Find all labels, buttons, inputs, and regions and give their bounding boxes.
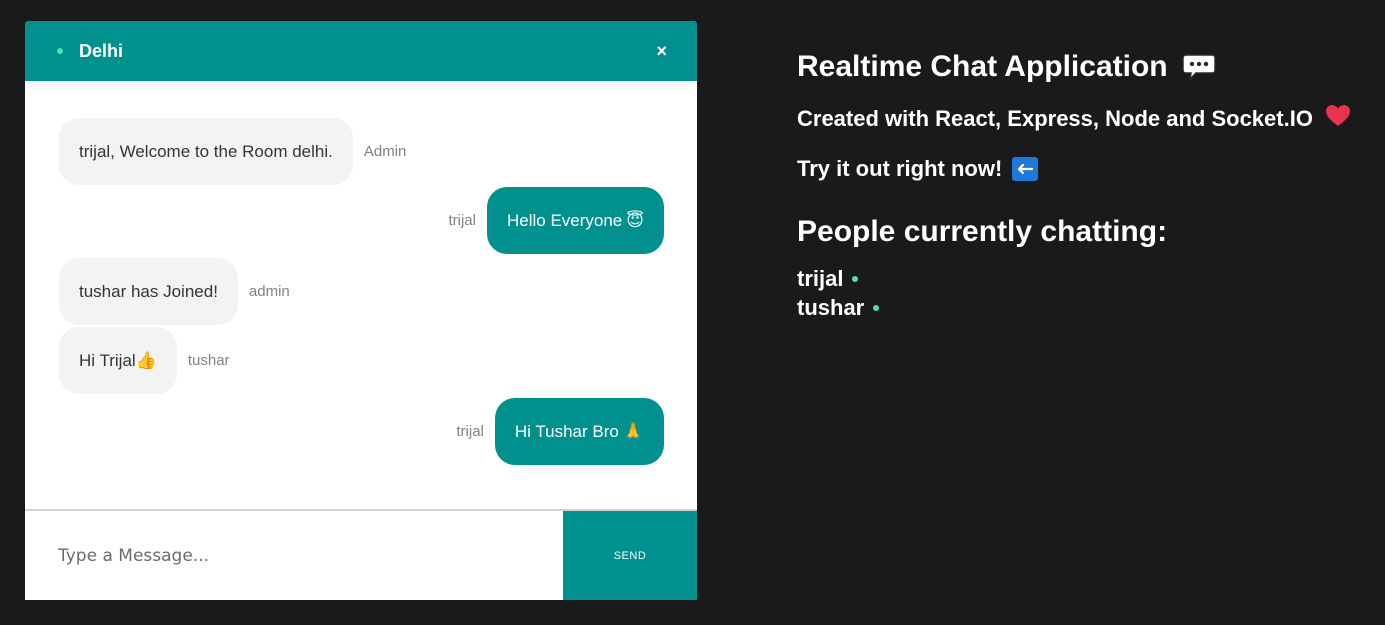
user-item: tushar [797,293,1351,322]
message-input[interactable] [25,511,563,600]
chat-window: Delhi × trijal, Welcome to the Room delh… [25,21,697,600]
online-indicator-icon [57,48,63,54]
red-heart-icon [1325,104,1351,134]
message-sender: admin [248,283,290,300]
subtitle-text: Created with React, Express, Node and So… [797,106,1313,131]
chat-header: Delhi × [25,21,697,81]
room-name: Delhi [79,40,124,61]
message-row: trijal, Welcome to the Room delhi. Admin [59,118,406,185]
folded-hands-emoji-icon: 🙏 [622,421,644,441]
message-sender: trijal [448,212,476,229]
message-sender: Admin [363,143,407,160]
online-indicator-icon [873,304,880,311]
message-form: SEND [25,509,697,600]
close-icon[interactable]: × [656,42,667,60]
subtitle: Created with React, Express, Node and So… [797,104,1351,134]
message-text: Hi Trijal [79,350,136,370]
message-bubble: Hi Trijal 👍 [59,327,177,394]
info-panel: Realtime Chat Application Created with R… [797,44,1351,322]
app-title: Realtime Chat Application [797,44,1351,90]
user-list: trijal tushar [797,264,1351,322]
user-name: tushar [797,294,865,320]
try-text-label: Try it out right now! [797,156,1003,181]
message-bubble: tushar has Joined! [59,258,238,325]
thumbs-up-emoji-icon: 👍 [135,350,157,370]
message-bubble: Hi Tushar Bro 🙏 [494,398,664,465]
try-text: Try it out right now! [797,156,1351,182]
left-arrow-icon [1012,157,1039,181]
room-info: Delhi [57,41,123,62]
message-sender: tushar [187,352,230,369]
message-bubble: trijal, Welcome to the Room delhi. [59,118,353,185]
user-item: trijal [797,264,1351,293]
messages-container[interactable]: trijal, Welcome to the Room delhi. Admin… [25,81,697,509]
message-text: Hello Everyone [506,210,623,230]
message-row: trijal Hello Everyone 😇 [448,187,664,254]
message-row: tushar has Joined! admin [59,258,290,325]
message-bubble: Hello Everyone 😇 [486,187,664,254]
message-row: trijal Hi Tushar Bro 🙏 [456,398,664,465]
people-heading: People currently chatting: [797,215,1168,248]
speech-balloon-icon [1181,53,1216,82]
send-button[interactable]: SEND [563,511,697,600]
app-title-text: Realtime Chat Application [797,50,1168,83]
online-indicator-icon [852,275,859,282]
message-row: Hi Trijal 👍 tushar [59,327,230,394]
smiling-halo-emoji-icon: 😇 [626,210,644,230]
message-sender: trijal [456,423,484,440]
message-text: Hi Tushar Bro [514,421,619,441]
message-text: tushar has Joined! [79,281,218,301]
user-name: trijal [797,265,844,291]
message-text: trijal, Welcome to the Room delhi. [79,141,333,161]
